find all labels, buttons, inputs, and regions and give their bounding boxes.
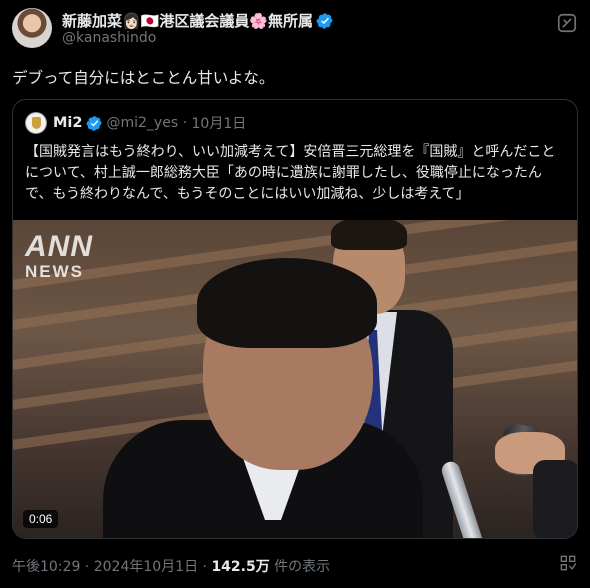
reporter-hand xyxy=(533,460,577,538)
video-duration: 0:06 xyxy=(23,510,59,528)
tweet-date[interactable]: 2024年10月1日 xyxy=(94,559,198,575)
quoted-author-handle[interactable]: @mi2_yes xyxy=(107,115,179,131)
view-stats-icon[interactable] xyxy=(558,553,578,573)
footer-separator: · xyxy=(198,559,212,575)
quoted-author-display-name[interactable]: Mi2 xyxy=(53,115,83,131)
footer-separator: · xyxy=(80,559,94,575)
tweet-header: 新藤加菜👩🏻🇯🇵港区議会議員🌸無所属 @kanashindo xyxy=(12,8,578,52)
quoted-tweet-header: Mi2 @mi2_yes · 10月1日 xyxy=(25,112,246,134)
verified-badge-icon xyxy=(86,115,102,131)
news-watermark: NEWS xyxy=(25,262,84,281)
ann-watermark: ANN xyxy=(25,230,93,263)
tweet-text: デブって自分にはとことん甘いよな。 xyxy=(12,69,275,87)
quoted-tweet[interactable]: Mi2 @mi2_yes · 10月1日 【国賊発言はもう終わり、いい加減考えて… xyxy=(12,99,578,539)
author-handle[interactable]: @kanashindo xyxy=(62,30,156,46)
video-player[interactable]: ANN NEWS 0:06 xyxy=(13,220,577,538)
author-avatar[interactable] xyxy=(12,8,52,48)
meta-separator: · xyxy=(182,115,188,131)
view-count: 142.5万 xyxy=(211,559,270,575)
author-name-row[interactable]: 新藤加菜👩🏻🇯🇵港区議会議員🌸無所属 xyxy=(62,10,334,31)
quoted-tweet-text: 【国賊発言はもう終わり、いい加減考えて】安倍晋三元総理を『国賊』と呼んだことにつ… xyxy=(25,144,556,202)
view-count-label: 件の表示 xyxy=(269,559,331,575)
verified-badge-icon xyxy=(316,12,333,29)
quoted-tweet-date[interactable]: 10月1日 xyxy=(192,113,247,133)
tweet-footer: 午後10:29 · 2024年10月1日 · 142.5万 件の表示 xyxy=(12,556,330,576)
speaking-person xyxy=(103,250,423,538)
tweet-time[interactable]: 午後10:29 xyxy=(12,559,80,575)
quoted-author-avatar[interactable] xyxy=(25,112,47,134)
author-display-name[interactable]: 新藤加菜👩🏻🇯🇵港区議会議員🌸無所属 xyxy=(62,10,313,31)
grok-icon[interactable] xyxy=(556,12,578,34)
